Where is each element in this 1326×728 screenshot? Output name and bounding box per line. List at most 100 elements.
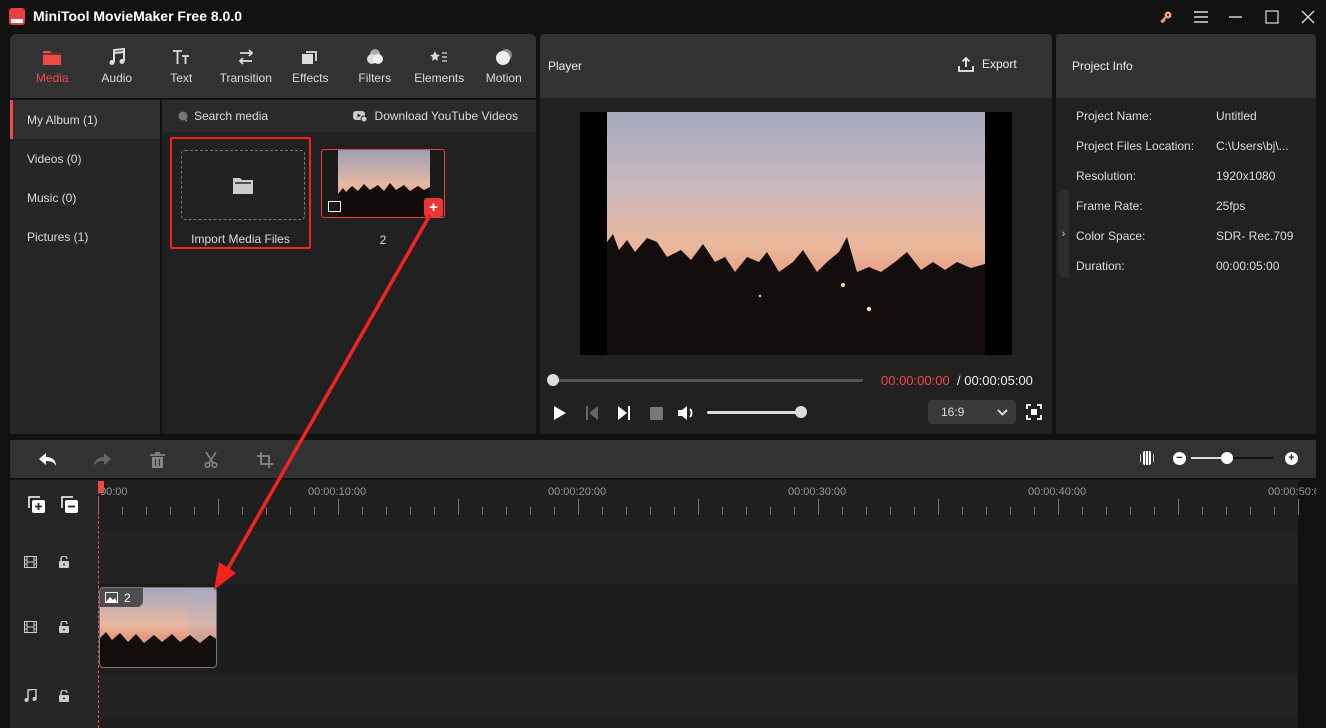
tab-effects[interactable]: Effects [278,34,343,98]
scissors-icon [204,452,218,468]
delete-button[interactable] [147,450,167,470]
add-track-button[interactable] [28,496,46,517]
export-icon [958,56,974,72]
album-item-music[interactable]: Music (0) [10,178,160,217]
ruler-tick [794,507,795,515]
ruler-tick [986,507,987,515]
folder-icon [233,177,253,194]
lock-open-icon[interactable] [59,689,69,702]
total-time-value: 00:00:05:00 [964,373,1033,388]
video-track-1[interactable] [98,531,1298,584]
ruler-tick [266,507,267,515]
tab-media[interactable]: Media [20,34,85,98]
lock-open-icon[interactable] [59,556,69,568]
ruler-label: 00:00:30:00 [788,486,847,498]
ruler-tick [866,507,867,515]
fullscreen-icon[interactable] [1026,404,1042,420]
ruler-tick [962,507,963,515]
tab-transition[interactable]: Transition [214,34,279,98]
album-item-pictures[interactable]: Pictures (1) [10,217,160,256]
layers-icon [300,47,320,67]
youtube-download-icon [352,110,367,122]
player-header: Player Export [540,34,1052,98]
key-icon[interactable] [1155,6,1177,28]
ruler-tick [1178,499,1179,515]
export-button[interactable]: Export [958,56,1017,72]
ruler-tick [914,507,915,515]
film-icon [24,621,37,633]
split-button[interactable] [201,450,221,470]
download-youtube-button[interactable]: Download YouTube Videos [352,109,518,123]
ruler-tick [506,507,507,515]
ruler-tick [194,507,195,515]
fit-timeline-button[interactable] [1137,448,1157,468]
tab-filters[interactable]: Filters [343,34,408,98]
undo-button[interactable] [38,450,58,470]
seek-bar[interactable] [553,379,863,382]
search-media-label: Search media [194,109,269,123]
ruler-tick [1202,507,1203,515]
search-media[interactable]: Search media [178,109,268,123]
remove-track-button[interactable] [61,496,79,517]
play-button[interactable] [551,404,569,422]
total-time: / 00:00:05:00 [957,373,1033,388]
album-item-videos[interactable]: Videos (0) [10,139,160,178]
close-icon[interactable] [1297,6,1319,28]
sunset-thumbnail-image [338,150,430,217]
collapse-panel-button[interactable]: › [1058,190,1069,278]
playhead-handle[interactable] [98,481,104,493]
timeline-ruler[interactable]: 00:00 00:00:10:00 00:00:20:00 00:00:30:0… [98,480,1326,528]
sunset-preview-image [607,112,985,355]
project-info-panel: Project Info Project Name: Untitled Proje… [1056,34,1316,434]
tab-audio[interactable]: Audio [85,34,150,98]
import-media-button[interactable]: Import Media Files [170,137,311,249]
crop-button[interactable] [255,450,275,470]
track-header-video-2 [10,621,98,633]
maximize-icon[interactable] [1261,6,1283,28]
seek-handle[interactable] [547,374,559,386]
volume-button[interactable] [678,404,696,422]
image-type-icon [328,201,341,212]
menu-icon[interactable] [1190,6,1212,28]
album-item-my-album[interactable]: My Album (1) [10,100,160,139]
ruler-tick [362,507,363,515]
image-icon [105,592,118,603]
ruler-tick [1298,499,1299,515]
ruler-tick [218,499,219,515]
minimize-icon[interactable] [1225,6,1247,28]
ruler-tick [602,507,603,515]
add-to-timeline-button[interactable]: + [424,198,443,217]
tab-elements[interactable]: Elements [407,34,472,98]
video-track-2[interactable] [98,584,1298,674]
redo-button[interactable] [92,450,112,470]
info-key: Project Name: [1076,109,1153,123]
media-library: Search media Download YouTube Videos Imp… [162,100,536,434]
next-frame-button[interactable] [615,404,633,422]
aspect-ratio-select[interactable]: 16:9 [928,400,1016,424]
music-note-icon [107,47,127,67]
current-time: 00:00:00:00 [881,373,950,388]
tab-motion[interactable]: Motion [472,34,537,98]
info-key: Duration: [1076,259,1125,273]
ruler-tick [626,507,627,515]
stop-button[interactable] [647,404,665,422]
video-preview[interactable] [580,112,1012,355]
clip-name: 2 [124,590,131,605]
audio-track[interactable] [98,674,1298,718]
tab-text[interactable]: Text [149,34,214,98]
previous-frame-button[interactable] [583,404,601,422]
tab-motion-label: Motion [485,71,522,85]
ruler-tick [1154,507,1155,515]
timeline-clip[interactable]: 2 [99,587,217,668]
ruler-label: 00:00:10:00 [308,486,367,498]
volume-handle[interactable] [795,406,807,418]
volume-slider[interactable] [707,411,801,414]
lock-open-icon[interactable] [59,621,69,633]
import-drop-zone[interactable] [181,150,305,220]
playhead-line [98,481,99,728]
library-tabs: Media Audio Text Transition Effects Filt… [10,34,536,98]
undo-icon [39,453,56,466]
timeline-zoom-handle[interactable] [1221,452,1233,464]
zoom-out-button[interactable]: − [1173,452,1186,465]
zoom-in-button[interactable]: + [1285,452,1298,465]
